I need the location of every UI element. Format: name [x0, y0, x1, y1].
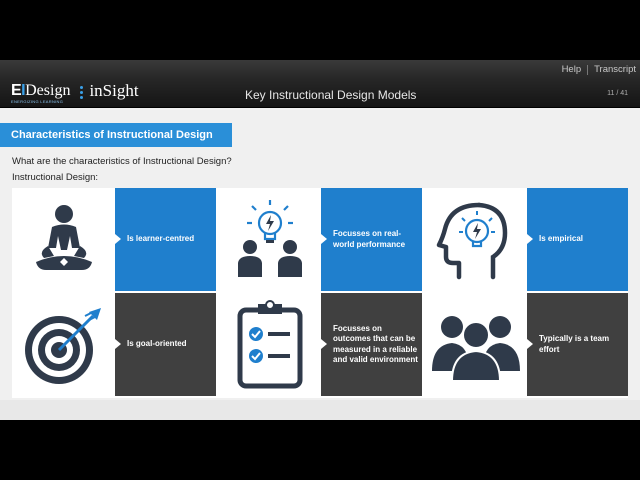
course-title: Key Instructional Design Models — [245, 88, 417, 102]
card-label: Focusses on outcomes that can be measure… — [333, 323, 418, 365]
slide-question: What are the characteristics of Instruct… — [12, 156, 232, 167]
head-lightbulb-icon — [436, 202, 507, 279]
player-header: EIDesign ENERGIZING LEARNING inSight Key… — [0, 80, 640, 108]
top-bar: Help Transcript — [0, 60, 640, 80]
slide-banner: Characteristics of Instructional Design — [0, 123, 232, 147]
slide-intro: Instructional Design: — [12, 172, 99, 183]
meditating-person-icon — [35, 204, 92, 270]
player-bottom-bar — [0, 400, 640, 420]
pointer-arrow — [321, 339, 327, 349]
pointer-arrow — [527, 339, 533, 349]
course-player: Help Transcript EIDesign ENERGIZING LEAR… — [0, 60, 640, 420]
card-label: Is empirical — [539, 234, 584, 244]
pointer-arrow — [527, 234, 533, 244]
characteristics-grid: Is learner-centred Focusses on real-worl… — [12, 188, 628, 398]
eidesign-logo: EIDesign ENERGIZING LEARNING — [11, 82, 71, 104]
card-real-world-performance: Focusses on real-world performance — [321, 188, 422, 291]
checklist-clipboard-icon — [237, 299, 302, 388]
card-measurable-outcomes: Focusses on outcomes that can be measure… — [321, 293, 422, 396]
card-label: Is goal-oriented — [127, 339, 187, 349]
logo-design-text: Design — [25, 82, 71, 99]
pointer-arrow — [321, 234, 327, 244]
top-links: Help Transcript — [562, 64, 636, 75]
logo-tagline: ENERGIZING LEARNING — [11, 99, 64, 104]
card-team-effort-icon-panel — [424, 293, 527, 396]
pointer-arrow — [115, 234, 121, 244]
team-silhouettes-icon — [431, 315, 520, 382]
slide-content: Characteristics of Instructional Design … — [0, 108, 640, 400]
card-learner-centred-icon-panel — [12, 188, 115, 291]
card-real-world-icon-panel — [218, 188, 321, 291]
slide-counter: 11 / 41 — [607, 90, 628, 97]
card-label: Focusses on real-world performance — [333, 229, 406, 249]
card-goal-oriented-icon-panel — [12, 293, 115, 396]
people-lightbulb-icon — [237, 199, 302, 277]
card-learner-centred: Is learner-centred — [115, 188, 216, 291]
card-team-effort: Typically is a team effort — [527, 293, 628, 396]
logo-dots-icon — [80, 86, 84, 99]
insight-logo-text: inSight — [89, 81, 139, 100]
help-link[interactable]: Help — [562, 64, 582, 75]
transcript-link[interactable]: Transcript — [594, 64, 636, 75]
card-goal-oriented: Is goal-oriented — [115, 293, 216, 396]
card-empirical: Is empirical — [527, 188, 628, 291]
logo-letter-e: E — [11, 82, 22, 99]
pointer-arrow — [115, 339, 121, 349]
eidesign-insight-logo: EIDesign ENERGIZING LEARNING inSight — [11, 82, 139, 106]
target-arrow-icon — [24, 307, 101, 384]
card-empirical-icon-panel — [424, 188, 527, 291]
card-outcomes-icon-panel — [218, 293, 321, 396]
card-label: Typically is a team effort — [539, 334, 610, 354]
link-divider — [587, 64, 589, 75]
card-label: Is learner-centred — [127, 234, 195, 244]
